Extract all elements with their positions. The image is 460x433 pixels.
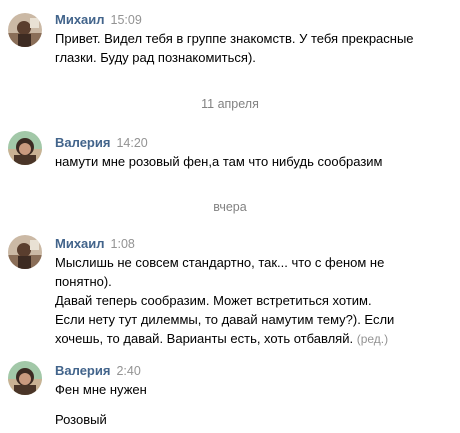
author-name[interactable]: Валерия: [55, 135, 110, 150]
message-line: понятно).: [55, 274, 112, 289]
message-header: Михаил 1:08: [55, 235, 135, 253]
user-photo-icon: [8, 361, 42, 395]
avatar-valeria[interactable]: [8, 361, 42, 395]
user-photo-icon: [8, 13, 42, 47]
message-time: 1:08: [110, 237, 135, 251]
avatar-mikhail[interactable]: [8, 13, 42, 47]
message-time: 2:40: [116, 364, 141, 378]
message-text: Розовый: [55, 410, 450, 429]
message-line: Привет. Видел тебя в группе знакомств. У…: [55, 31, 414, 46]
author-name[interactable]: Михаил: [55, 236, 105, 251]
message-text: Мыслишь не совсем стандартно, так... что…: [55, 253, 450, 349]
message-line: Розовый: [55, 412, 107, 427]
edited-mark[interactable]: (ред.): [357, 332, 388, 346]
message-time: 15:09: [110, 13, 142, 27]
message-header: Михаил 15:09: [55, 11, 142, 29]
message-time: 14:20: [116, 136, 148, 150]
message-line: Фен мне нужен: [55, 382, 147, 397]
message-line-text: хочешь, то давай. Варианты есть, хоть от…: [55, 331, 354, 346]
message-line-last: хочешь, то давай. Варианты есть, хоть от…: [55, 329, 450, 349]
avatar-valeria[interactable]: [8, 131, 42, 165]
message-text: Привет. Видел тебя в группе знакомств. У…: [55, 29, 450, 67]
author-name[interactable]: Михаил: [55, 12, 105, 27]
chat-history: Михаил 15:09 Привет. Видел тебя в группе …: [0, 0, 460, 433]
user-photo-icon: [8, 131, 42, 165]
message-text: намути мне розовый фен,а там что нибудь …: [55, 152, 450, 171]
date-divider: вчера: [213, 200, 247, 214]
message-valeria-2: Валерия 2:40 Фен мне нужен Розовый: [0, 361, 460, 433]
message-valeria-1: Валерия 14:20 намути мне розовый фен,а та…: [0, 131, 460, 173]
message-text: Фен мне нужен: [55, 380, 450, 399]
author-name[interactable]: Валерия: [55, 363, 110, 378]
message-header: Валерия 14:20: [55, 134, 148, 152]
date-divider: 11 апреля: [201, 97, 259, 111]
message-line: Если нету тут дилеммы, то давай намутим …: [55, 312, 395, 327]
avatar-mikhail[interactable]: [8, 235, 42, 269]
message-mikhail-1: Михаил 15:09 Привет. Видел тебя в группе …: [0, 10, 460, 70]
message-line: намути мне розовый фен,а там что нибудь …: [55, 154, 383, 169]
message-line: глазки. Буду рад познакомиться).: [55, 50, 256, 65]
message-mikhail-2: Михаил 1:08 Мыслишь не совсем стандартно,…: [0, 234, 460, 349]
message-header: Валерия 2:40: [55, 362, 141, 380]
user-photo-icon: [8, 235, 42, 269]
message-line: Давай теперь сообразим. Может встретитьс…: [55, 293, 372, 308]
message-line: Мыслишь не совсем стандартно, так... что…: [55, 255, 385, 270]
